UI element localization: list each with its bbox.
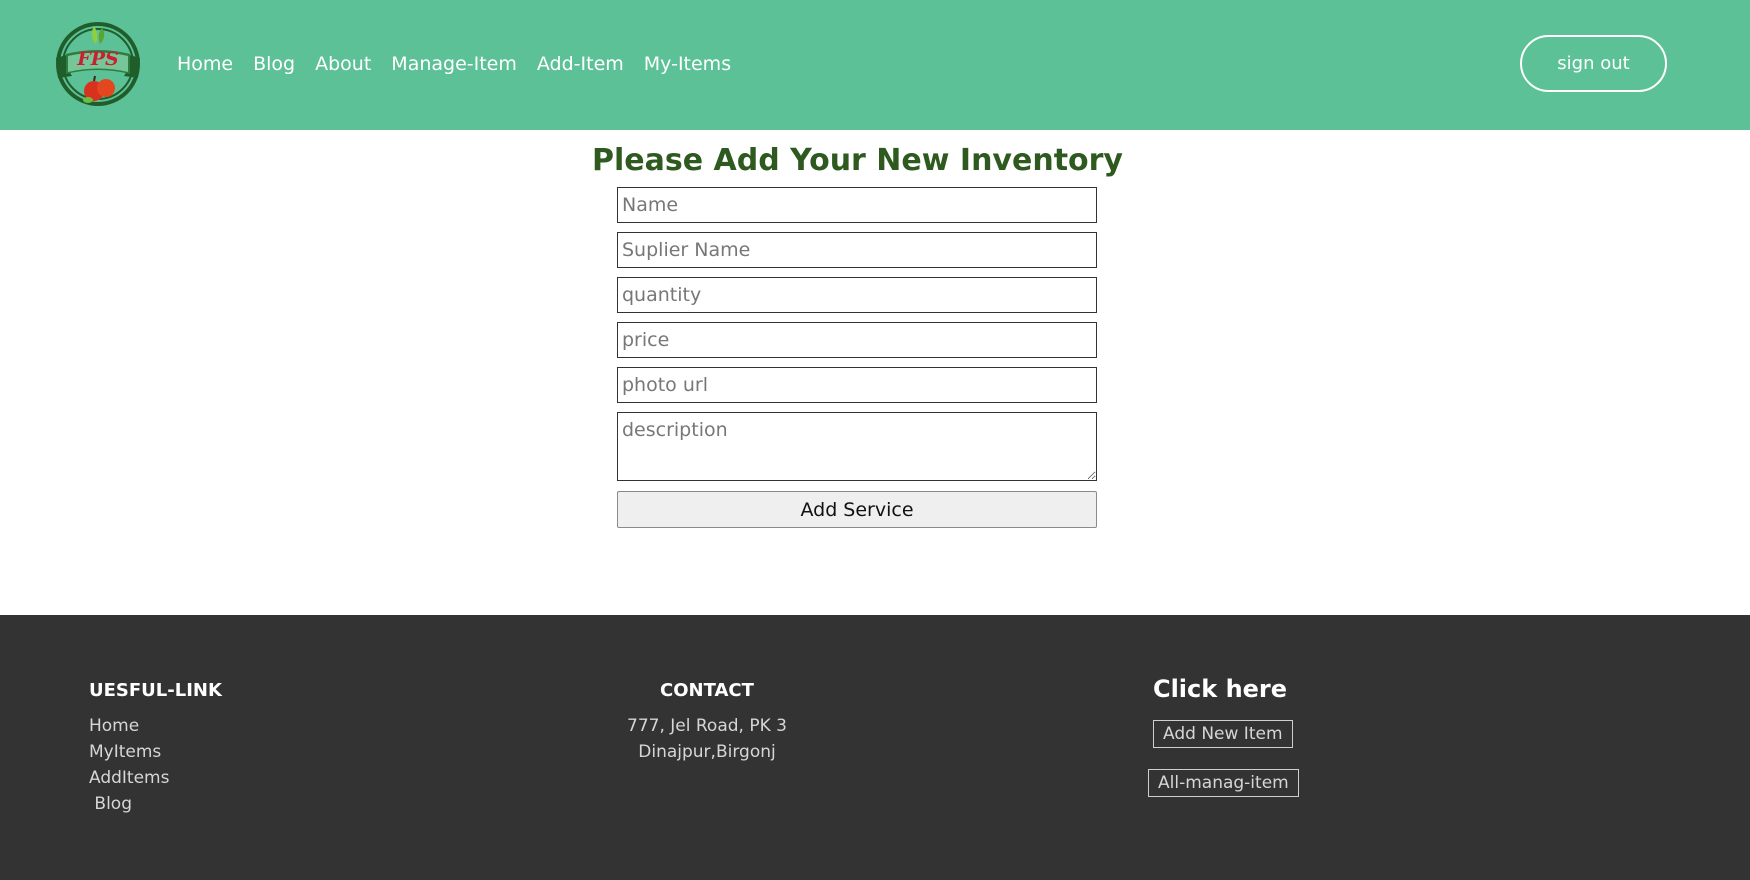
contact-address: 777, Jel Road, PK 3 Dinajpur,Birgonj	[557, 713, 857, 765]
supplier-name-input[interactable]	[617, 232, 1097, 268]
useful-links-list: Home MyItems AddItems Blog	[89, 713, 169, 817]
page-title: Please Add Your New Inventory	[592, 143, 1123, 178]
sign-out-button[interactable]: sign out	[1520, 35, 1667, 92]
contact-line: 777, Jel Road, PK 3	[627, 716, 787, 736]
footer-link-additems[interactable]: AddItems	[89, 765, 169, 791]
site-footer: UESFUL-LINK Home MyItems AddItems Blog C…	[0, 615, 1750, 880]
name-input[interactable]	[617, 187, 1097, 223]
site-header: FPS Home Blog About Manage-Item Add-Item…	[0, 0, 1750, 130]
price-input[interactable]	[617, 322, 1097, 358]
nav-manage-item[interactable]: Manage-Item	[391, 50, 517, 78]
nav-add-item[interactable]: Add-Item	[537, 50, 624, 78]
all-manage-item-button[interactable]: All-manag-item	[1148, 769, 1299, 797]
quantity-input[interactable]	[617, 277, 1097, 313]
main-nav: Home Blog About Manage-Item Add-Item My-…	[177, 50, 751, 78]
fps-logo[interactable]: FPS	[50, 18, 146, 110]
footer-link-myitems[interactable]: MyItems	[89, 739, 169, 765]
nav-home[interactable]: Home	[177, 50, 233, 78]
contact-title: CONTACT	[660, 680, 754, 701]
photo-url-input[interactable]	[617, 367, 1097, 403]
nav-about[interactable]: About	[315, 50, 371, 78]
nav-my-items[interactable]: My-Items	[644, 50, 731, 78]
description-textarea[interactable]	[617, 412, 1097, 481]
click-here-title: Click here	[1152, 675, 1288, 703]
useful-links-title: UESFUL-LINK	[89, 680, 222, 701]
footer-link-blog[interactable]: Blog	[89, 791, 169, 817]
contact-line: Dinajpur,Birgonj	[638, 742, 776, 762]
logo-text: FPS	[77, 48, 119, 70]
footer-link-home[interactable]: Home	[89, 713, 169, 739]
add-service-button[interactable]: Add Service	[617, 491, 1097, 528]
nav-blog[interactable]: Blog	[253, 50, 295, 78]
add-new-item-button[interactable]: Add New Item	[1153, 720, 1293, 748]
